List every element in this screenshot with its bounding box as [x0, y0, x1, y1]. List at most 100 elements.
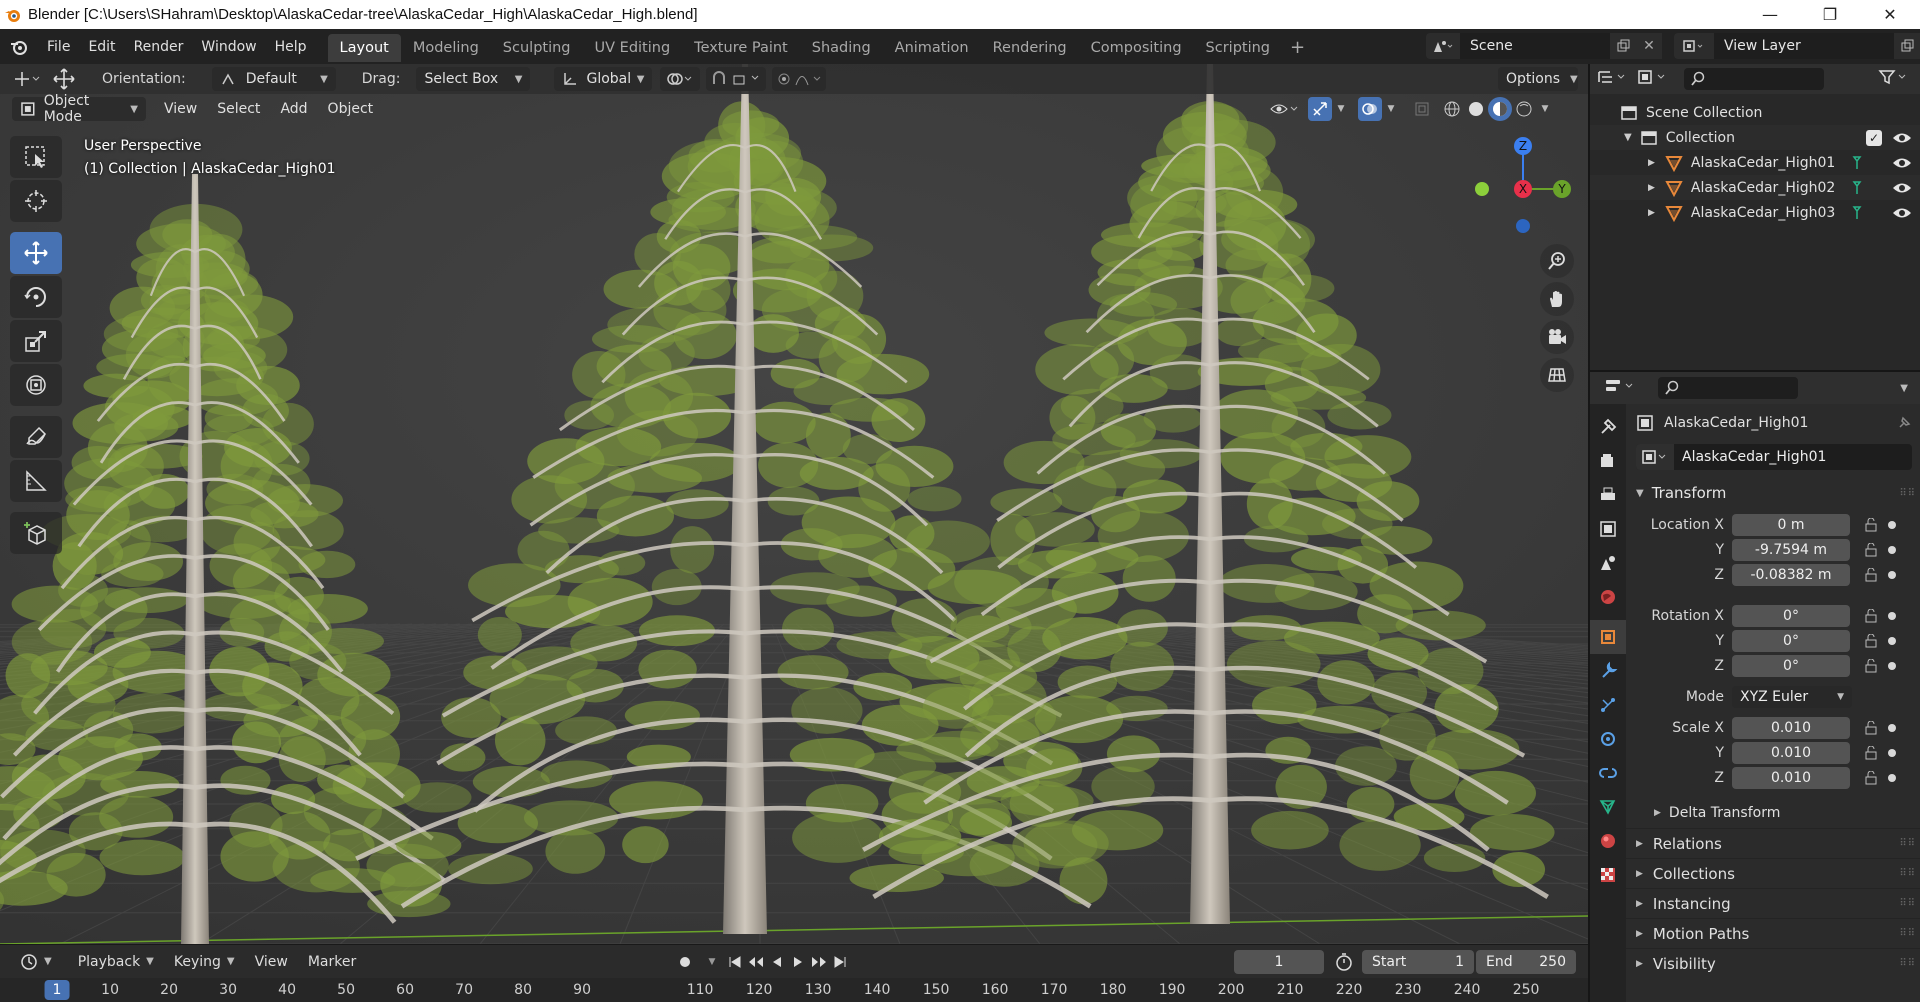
snap-icon[interactable] — [706, 67, 767, 91]
stopwatch-icon[interactable] — [1334, 952, 1354, 976]
tab-uv-editing[interactable]: UV Editing — [583, 34, 683, 62]
chevron-down-icon[interactable]: ▼ — [1382, 97, 1400, 121]
next-keyframe-icon[interactable] — [808, 950, 829, 974]
tool-settings-icon[interactable] — [8, 67, 48, 91]
texture-tab-icon[interactable] — [1590, 858, 1626, 892]
particles-tab-icon[interactable] — [1590, 688, 1626, 722]
instancing-panel[interactable]: ▶ Instancing ⠿⠿ — [1626, 888, 1920, 918]
relations-panel[interactable]: ▶ Relations ⠿⠿ — [1626, 828, 1920, 858]
modifier-icon[interactable] — [1850, 205, 1864, 221]
scale-y-field[interactable]: 0.010 — [1732, 741, 1850, 764]
menu-window[interactable]: Window — [192, 34, 265, 60]
outliner-object-row[interactable]: ▶ AlaskaCedar_High01 — [1590, 150, 1920, 175]
transform-tool-icon[interactable] — [10, 364, 62, 406]
visibility-panel[interactable]: ▶ Visibility ⠿⠿ — [1626, 948, 1920, 978]
tab-scripting[interactable]: Scripting — [1194, 34, 1282, 62]
xray-toggle-icon[interactable] — [1410, 97, 1434, 121]
tool-tab-icon[interactable] — [1590, 410, 1626, 444]
play-reverse-icon[interactable] — [766, 950, 787, 974]
tab-sculpting[interactable]: Sculpting — [491, 34, 583, 62]
menu-marker[interactable]: Marker — [298, 954, 366, 970]
lock-icon[interactable] — [1862, 632, 1880, 650]
modifier-icon[interactable] — [1850, 155, 1864, 171]
zoom-icon[interactable] — [1540, 244, 1574, 278]
modifiers-tab-icon[interactable] — [1590, 654, 1626, 688]
world-tab-icon[interactable] — [1590, 580, 1626, 614]
menu-view[interactable]: View — [154, 101, 207, 117]
data-tab-icon[interactable] — [1590, 790, 1626, 824]
tab-texture-paint[interactable]: Texture Paint — [682, 34, 800, 62]
minimize-button[interactable]: — — [1740, 0, 1800, 29]
outliner-search-input[interactable] — [1684, 68, 1824, 90]
measure-tool-icon[interactable] — [10, 460, 62, 502]
play-icon[interactable] — [787, 950, 808, 974]
modifier-icon[interactable] — [1850, 180, 1864, 196]
chevron-down-icon[interactable]: ▼ — [1536, 97, 1554, 121]
close-button[interactable]: ✕ — [1860, 0, 1920, 29]
menu-timeline-view[interactable]: View — [245, 954, 298, 970]
menu-select[interactable]: Select — [207, 101, 270, 117]
add-cube-tool-icon[interactable] — [10, 512, 62, 554]
drag-dropdown[interactable]: Select Box ▼ — [416, 67, 531, 91]
expand-arrow-icon[interactable]: ▼ — [1624, 132, 1632, 143]
eye-icon[interactable] — [1892, 181, 1912, 195]
delta-transform-panel[interactable]: ▶ Delta Transform — [1626, 798, 1920, 828]
drag-grip-icon[interactable]: ⠿⠿ — [1899, 898, 1916, 909]
tab-modeling[interactable]: Modeling — [401, 34, 491, 62]
view-layer-name-field[interactable]: View Layer — [1714, 33, 1894, 59]
transform-orientation-dropdown[interactable]: Global ▼ — [554, 67, 653, 91]
lock-icon[interactable] — [1862, 607, 1880, 625]
display-mode-icon[interactable] — [1636, 68, 1670, 90]
lock-icon[interactable] — [1862, 769, 1880, 787]
select-box-tool-icon[interactable] — [10, 136, 62, 178]
add-workspace-button[interactable]: + — [1282, 34, 1313, 62]
blender-menu-icon[interactable] — [0, 29, 38, 64]
move-tool-icon[interactable] — [10, 232, 62, 274]
copy-scene-icon[interactable] — [1610, 33, 1636, 59]
material-tab-icon[interactable] — [1590, 824, 1626, 858]
physics-tab-icon[interactable] — [1590, 722, 1626, 756]
jump-start-icon[interactable] — [724, 950, 745, 974]
delete-scene-icon[interactable]: ✕ — [1636, 33, 1662, 59]
end-frame-field[interactable]: End 250 — [1476, 950, 1576, 974]
options-dropdown[interactable]: Options ▼ — [1498, 67, 1578, 91]
menu-edit[interactable]: Edit — [79, 34, 124, 60]
render-tab-icon[interactable] — [1590, 444, 1626, 478]
chevron-down-icon[interactable]: ▼ — [700, 950, 724, 974]
menu-playback[interactable]: Playback ▼ — [68, 954, 164, 970]
rotation-x-field[interactable]: 0° — [1732, 604, 1850, 627]
record-keyframe-icon[interactable] — [670, 950, 700, 974]
constraints-tab-icon[interactable] — [1590, 756, 1626, 790]
pivot-point-icon[interactable] — [660, 67, 701, 91]
overlays-toggle-icon[interactable] — [1358, 97, 1382, 121]
previous-keyframe-icon[interactable] — [745, 950, 766, 974]
outliner-collection[interactable]: ▼ Collection ✓ — [1590, 125, 1920, 150]
wireframe-shading-icon[interactable] — [1440, 97, 1464, 121]
collections-panel[interactable]: ▶ Collections ⠿⠿ — [1626, 858, 1920, 888]
lock-icon[interactable] — [1862, 657, 1880, 675]
keyframe-dot-icon[interactable] — [1888, 520, 1896, 529]
pan-hand-icon[interactable] — [1540, 282, 1574, 316]
view-layer-tab-icon[interactable] — [1590, 512, 1626, 546]
eye-icon[interactable] — [1892, 131, 1912, 145]
keyframe-dot-icon[interactable] — [1888, 570, 1896, 579]
drag-grip-icon[interactable]: ⠿⠿ — [1899, 928, 1916, 939]
chevron-down-icon[interactable]: ▼ — [1900, 383, 1908, 394]
scene-icon[interactable] — [1426, 33, 1460, 59]
expand-arrow-icon[interactable]: ▶ — [1648, 158, 1655, 168]
mode-dropdown[interactable]: Object Mode ▼ — [12, 93, 146, 125]
scale-z-field[interactable]: 0.010 — [1732, 766, 1850, 789]
location-x-field[interactable]: 0 m — [1732, 513, 1850, 536]
rotate-tool-icon[interactable] — [10, 276, 62, 318]
tab-shading[interactable]: Shading — [800, 34, 883, 62]
annotate-tool-icon[interactable] — [10, 416, 62, 458]
rotation-y-field[interactable]: 0° — [1732, 629, 1850, 652]
maximize-button[interactable]: ❐ — [1800, 0, 1860, 29]
outliner-object-row[interactable]: ▶ AlaskaCedar_High03 — [1590, 200, 1920, 225]
rendered-shading-icon[interactable] — [1512, 97, 1536, 121]
gizmo-neg-y-axis[interactable] — [1475, 182, 1489, 196]
tab-layout[interactable]: Layout — [327, 33, 401, 62]
scene-name-field[interactable]: Scene — [1460, 33, 1610, 59]
scene-tab-icon[interactable] — [1590, 546, 1626, 580]
motion-paths-panel[interactable]: ▶ Motion Paths ⠿⠿ — [1626, 918, 1920, 948]
